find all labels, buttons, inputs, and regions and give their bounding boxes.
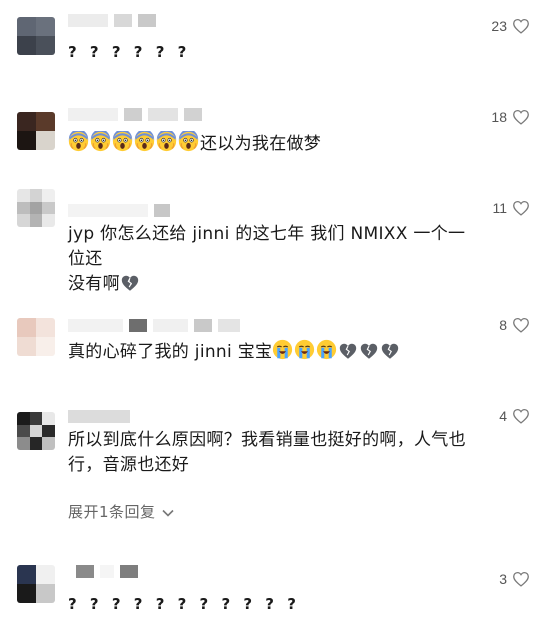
comment-text: jyp 你怎么还给 jinni 的这七年 我们 NMIXX 一个一位还 没有啊 [68, 222, 468, 300]
heart-outline-icon[interactable] [512, 317, 530, 333]
comment-text-line: 行，音源也还好 [68, 455, 190, 475]
loudly-crying-face-icon [295, 339, 315, 360]
username-blurred[interactable] [68, 410, 130, 423]
broken-heart-icon [338, 342, 401, 362]
comment-text-content: 还以为我在做梦 [200, 134, 322, 154]
face-screaming-in-fear-icon [112, 131, 133, 152]
like-button[interactable]: 3 [470, 569, 530, 589]
broken-heart-icon [120, 274, 140, 300]
like-button[interactable]: 4 [470, 406, 530, 426]
like-count: 18 [491, 109, 507, 125]
expand-replies-button[interactable]: 展开1条回复 [68, 501, 174, 522]
face-screaming-in-fear-icon [68, 131, 200, 154]
comment-text-content: 真的心碎了我的 jinni 宝宝 [68, 342, 273, 362]
like-button[interactable]: 11 [470, 198, 530, 218]
like-button[interactable]: 23 [470, 16, 530, 36]
heart-outline-icon[interactable] [512, 571, 530, 587]
comment-text-content: ? ? ? ? ? ? [68, 43, 191, 61]
like-button[interactable]: 8 [470, 315, 530, 335]
broken-heart-icon [340, 343, 357, 359]
avatar[interactable] [17, 112, 55, 150]
like-count: 4 [499, 408, 507, 424]
username-blurred[interactable] [68, 204, 170, 217]
face-screaming-in-fear-icon [178, 131, 199, 152]
heart-outline-icon[interactable] [512, 18, 530, 34]
loudly-crying-face-icon [273, 339, 293, 360]
like-button[interactable]: 18 [470, 107, 530, 127]
avatar[interactable] [17, 17, 55, 55]
like-count: 3 [499, 571, 507, 587]
comment-text-line: 所以到底什么原因啊？我看销量也挺好的啊，人气也 [68, 430, 466, 450]
expand-replies-label: 展开1条回复 [68, 503, 156, 521]
face-screaming-in-fear-icon [68, 131, 89, 152]
username-blurred[interactable] [76, 565, 138, 578]
comment-text: 所以到底什么原因啊？我看销量也挺好的啊，人气也 行，音源也还好 [68, 428, 468, 478]
face-screaming-in-fear-icon [156, 131, 177, 152]
username-blurred[interactable] [68, 14, 156, 27]
avatar[interactable] [17, 189, 55, 227]
avatar[interactable] [17, 318, 55, 356]
like-count: 23 [491, 18, 507, 34]
like-count: 11 [492, 200, 507, 216]
username-blurred[interactable] [68, 108, 202, 121]
comment-text: 真的心碎了我的 jinni 宝宝 [68, 339, 468, 365]
comment-text-line: 没有啊 [68, 274, 120, 294]
heart-outline-icon[interactable] [512, 200, 530, 216]
avatar[interactable] [17, 412, 55, 450]
face-screaming-in-fear-icon [134, 131, 155, 152]
comment-text-content: ? ? ? ? ? ? ? ? ? ? ? [68, 595, 300, 613]
heart-outline-icon[interactable] [512, 408, 530, 424]
avatar[interactable] [17, 565, 55, 603]
broken-heart-icon [361, 343, 378, 359]
like-count: 8 [499, 317, 507, 333]
comment-text: ? ? ? ? ? ? ? ? ? ? ? [68, 592, 468, 617]
loudly-crying-face-icon [317, 339, 337, 360]
comment-text-line: jyp 你怎么还给 jinni 的这七年 我们 NMIXX 一个一位还 [68, 224, 466, 269]
heart-outline-icon[interactable] [512, 109, 530, 125]
face-screaming-in-fear-icon [90, 131, 111, 152]
comment-text: 还以为我在做梦 [68, 131, 468, 157]
broken-heart-icon [382, 343, 399, 359]
chevron-down-icon [161, 503, 174, 521]
comment-text: ? ? ? ? ? ? [68, 40, 468, 65]
username-blurred[interactable] [68, 319, 240, 332]
loudly-crying-face-icon [272, 339, 338, 362]
